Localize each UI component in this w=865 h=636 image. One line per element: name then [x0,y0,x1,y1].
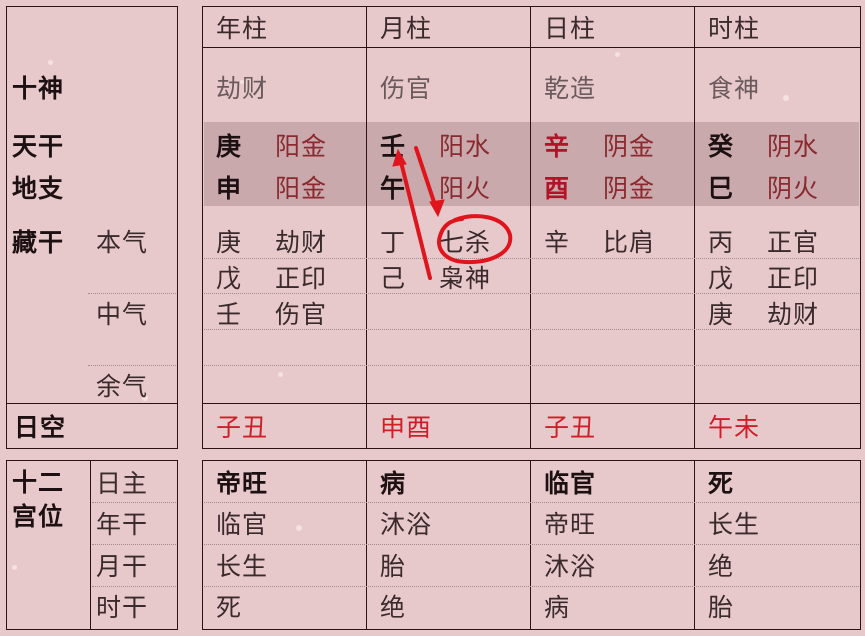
rikong-month: 申酉 [380,413,433,442]
gongwei-cell: 帝旺 [216,469,269,498]
canggan-stem: 丁 [380,228,407,257]
gongwei-cell: 死 [708,469,735,498]
divider [202,403,861,404]
dizhi-year: 申 [216,174,243,203]
column-divider [530,6,531,449]
gongwei-cell: 长生 [708,510,761,539]
canggan-stem: 丙 [708,228,735,257]
gongwei-cell: 死 [216,593,243,622]
pillar-header-day: 日柱 [544,14,597,43]
canggan-god: 比肩 [603,228,656,257]
canggan-god: 正官 [767,228,820,257]
row-label-zhongqi: 中气 [96,300,149,329]
tiangan-element-month: 阳水 [439,132,492,161]
tiangan-element-day: 阴金 [603,132,656,161]
canggan-god: 劫财 [275,228,328,257]
dotted-divider [204,365,859,366]
dotted-divider [92,502,176,503]
pillar-header-year: 年柱 [216,14,269,43]
canggan-stem: 庚 [708,300,735,329]
gongwei-cell: 帝旺 [544,510,597,539]
canggan-god: 正印 [275,264,328,293]
canggan-god: 伤官 [275,300,328,329]
row-label-shier: 十二 [12,468,65,497]
dotted-divider [204,502,859,503]
gongwei-row-label: 年干 [96,510,149,539]
gongwei-cell: 胎 [708,593,735,622]
canggan-god-highlighted: 七杀 [439,228,492,257]
row-label-rikong: 日空 [14,413,67,442]
row-label-benqi: 本气 [96,228,149,257]
row-label-dizhi: 地支 [12,174,65,203]
tiangan-hour: 癸 [708,132,735,161]
gongwei-cell: 临官 [216,510,269,539]
column-divider [366,6,367,449]
canggan-god: 劫财 [767,300,820,329]
gongwei-cell: 临官 [544,469,597,498]
shishen-hour: 食神 [708,74,761,103]
tiangan-element-hour: 阴水 [767,132,820,161]
rikong-hour: 午未 [708,413,761,442]
gongwei-cell: 绝 [380,593,407,622]
dotted-divider [88,365,176,366]
rikong-day: 子丑 [544,413,597,442]
gongwei-cell: 病 [380,469,407,498]
gongwei-cell: 沐浴 [380,510,433,539]
dizhi-element-month: 阳火 [439,174,492,203]
pillar-header-hour: 时柱 [708,14,761,43]
tiangan-element-year: 阳金 [275,132,328,161]
canggan-stem: 戊 [708,264,735,293]
column-divider [694,6,695,449]
gongwei-row-label: 时干 [96,593,149,622]
canggan-god: 枭神 [439,264,492,293]
pillar-header-month: 月柱 [380,14,433,43]
gongwei-cell: 绝 [708,552,735,581]
dotted-divider [204,258,859,259]
shishen-year: 劫财 [216,74,269,103]
column-divider [694,460,695,630]
gongwei-cell: 沐浴 [544,552,597,581]
tiangan-day: 辛 [544,132,571,161]
gongwei-cell: 长生 [216,552,269,581]
column-divider [366,460,367,630]
dizhi-element-hour: 阴火 [767,174,820,203]
canggan-stem: 戊 [216,264,243,293]
shishen-month: 伤官 [380,74,433,103]
tiangan-month: 壬 [380,132,407,161]
row-label-canggan: 藏干 [12,228,65,257]
canggan-stem: 壬 [216,300,243,329]
gongwei-row-label: 日主 [96,469,149,498]
dotted-divider [92,544,176,545]
dizhi-hour: 巳 [708,174,735,203]
divider [202,47,861,48]
tiangan-year: 庚 [216,132,243,161]
dizhi-element-year: 阳金 [275,174,328,203]
dotted-divider [88,293,176,294]
canggan-god: 正印 [767,264,820,293]
rikong-year: 子丑 [216,413,269,442]
dotted-divider [204,586,859,587]
shishen-day: 乾造 [544,74,597,103]
gongwei-cell: 胎 [380,552,407,581]
row-label-shishen: 十神 [12,74,65,103]
gongwei-cell: 病 [544,593,571,622]
row-label-gongwei: 宫位 [12,502,65,531]
canggan-stem: 辛 [544,228,571,257]
dotted-divider [204,544,859,545]
dizhi-element-day: 阴金 [603,174,656,203]
dizhi-day: 酉 [544,174,571,203]
row-label-tiangan: 天干 [12,132,65,161]
canggan-stem: 庚 [216,228,243,257]
canggan-stem: 己 [380,264,407,293]
gongwei-table [202,460,861,630]
divider [6,403,178,404]
column-divider [530,460,531,630]
dizhi-month: 午 [380,174,407,203]
gongwei-row-label: 月干 [96,552,149,581]
column-divider [90,460,91,630]
row-label-yuqi: 余气 [96,372,149,401]
dotted-divider [92,586,176,587]
